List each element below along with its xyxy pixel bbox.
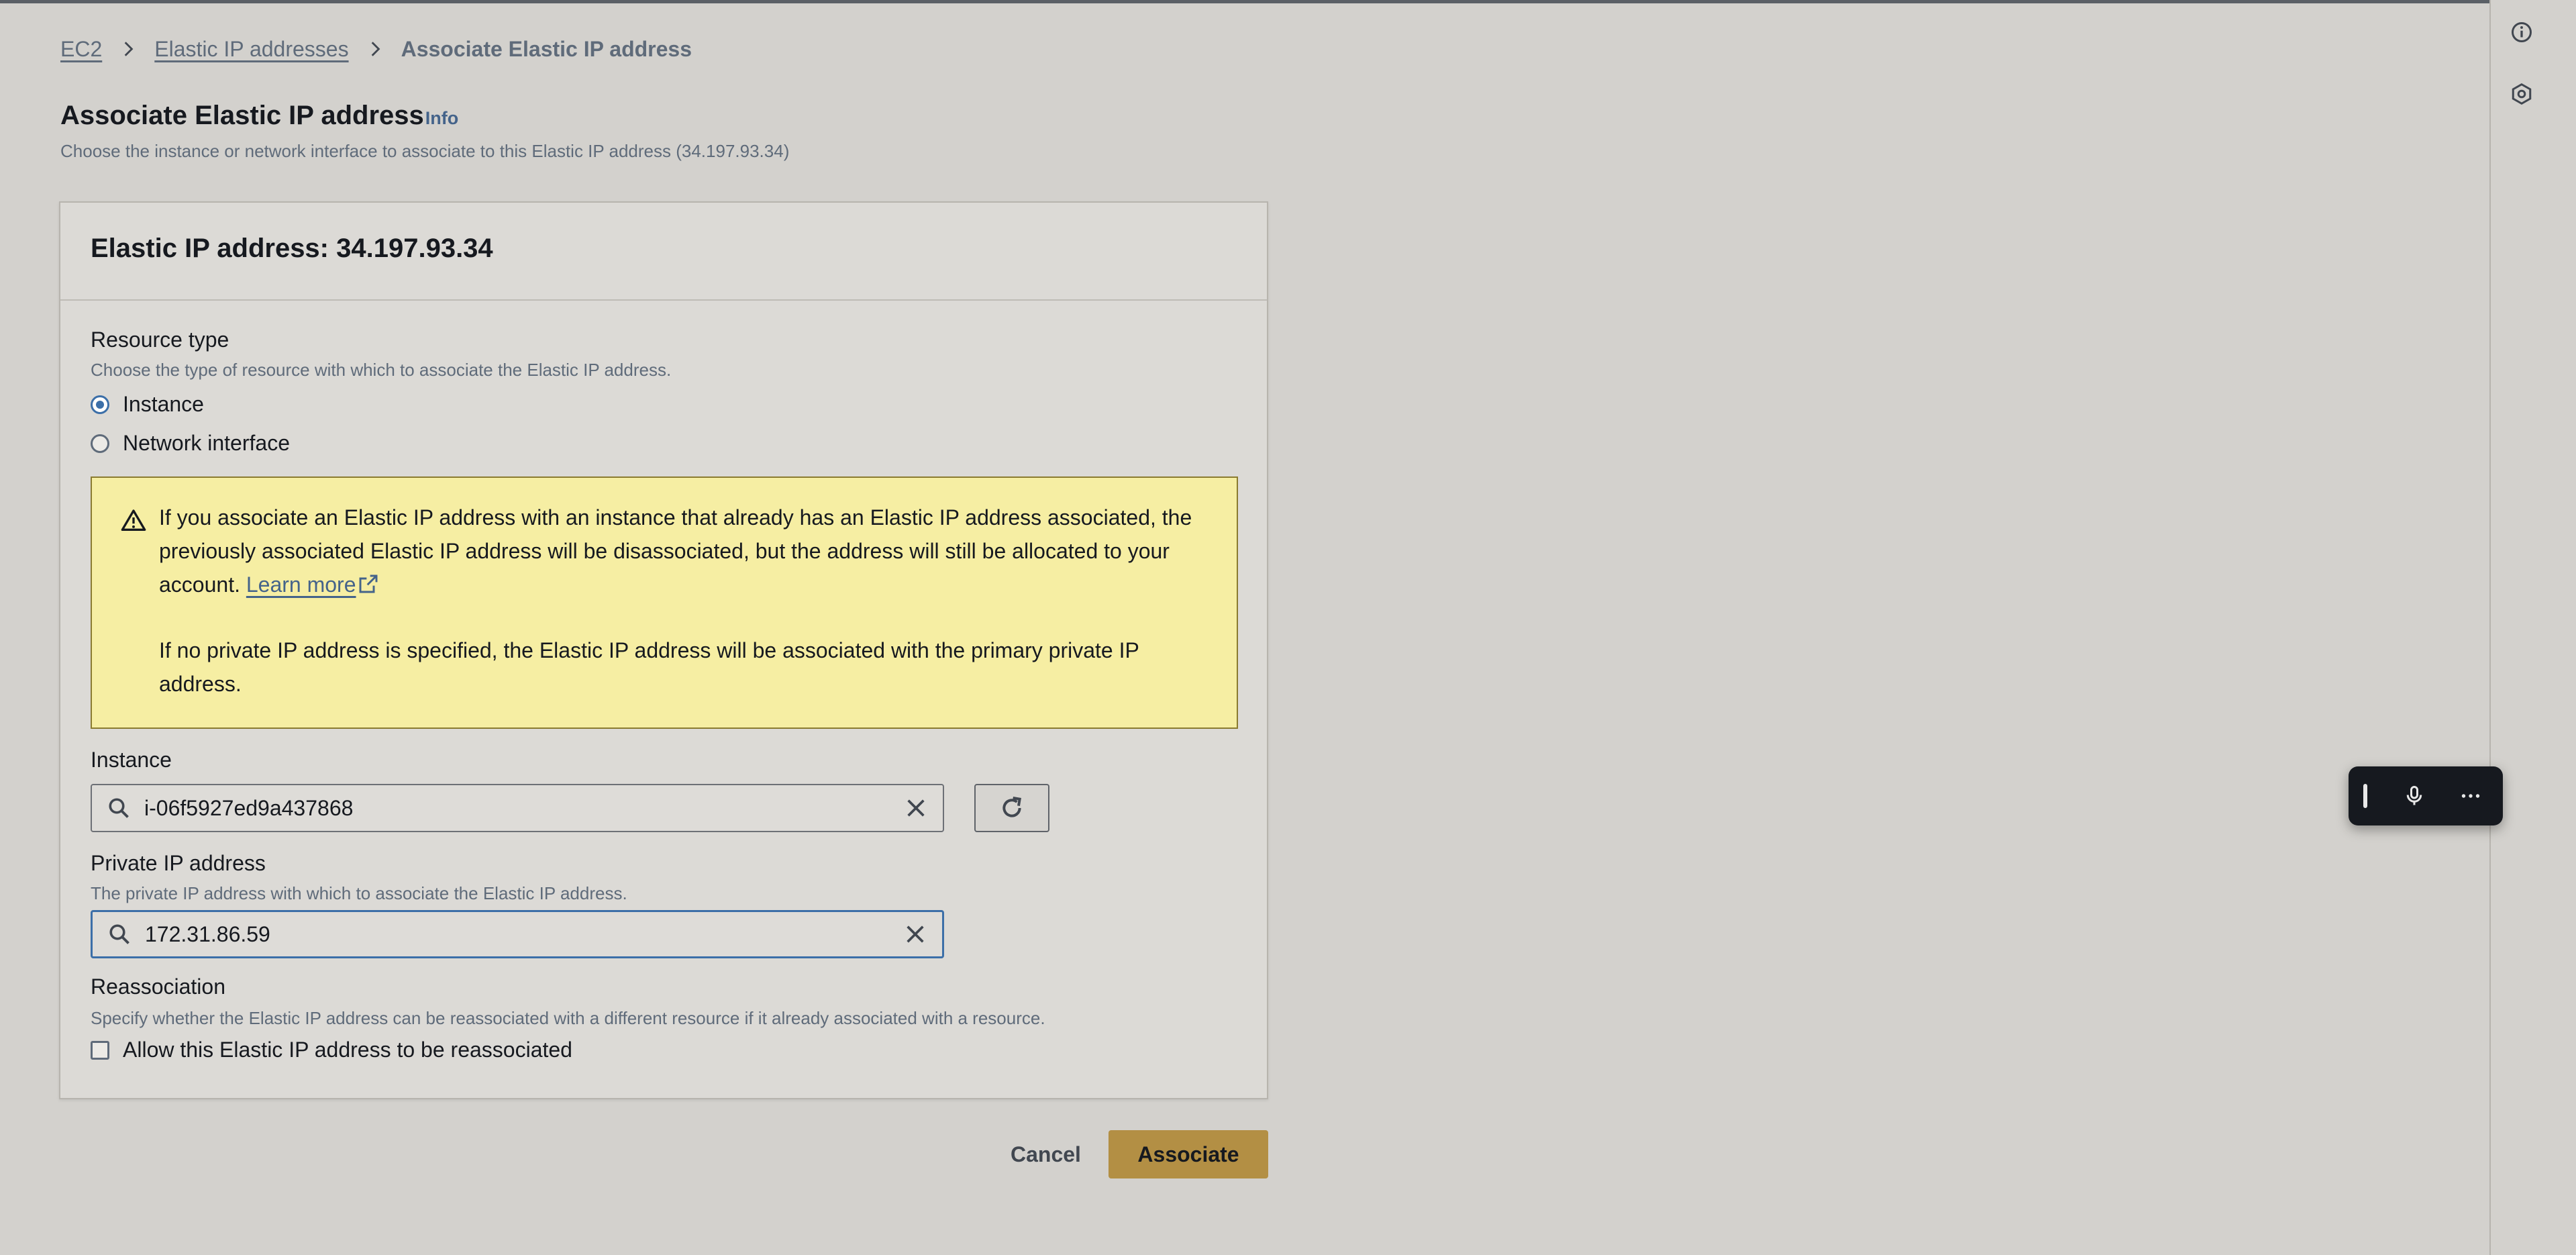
reassociation-hint: Specify whether the Elastic IP address c…	[91, 1008, 1045, 1028]
instance-search-field[interactable]	[91, 784, 944, 832]
instance-label: Instance	[91, 748, 172, 772]
cancel-button[interactable]: Cancel	[996, 1130, 1096, 1178]
page-title-text: Associate Elastic IP address	[60, 101, 424, 130]
radio-network-interface[interactable]: Network interface	[91, 431, 290, 456]
breadcrumb-current: Associate Elastic IP address	[401, 36, 692, 61]
associate-button[interactable]: Associate	[1109, 1130, 1268, 1178]
private-ip-label: Private IP address	[91, 851, 266, 875]
reassociation-checkbox-row[interactable]: Allow this Elastic IP address to be reas…	[91, 1038, 572, 1062]
voice-toolbar	[2349, 766, 2503, 825]
refresh-icon	[1002, 797, 1021, 817]
radio-instance-label: Instance	[123, 392, 204, 416]
reassociation-label: Reassociation	[91, 974, 225, 999]
associate-form-container: Elastic IP address: 34.197.93.34 Resourc…	[59, 201, 1268, 1099]
reassociation-checkbox[interactable]	[91, 1040, 109, 1060]
radio-network-interface-label: Network interface	[123, 431, 290, 455]
page-title: Associate Elastic IP address Info	[60, 101, 458, 131]
breadcrumb-ec2[interactable]: EC2	[60, 37, 102, 62]
info-link[interactable]: Info	[425, 108, 458, 129]
reassociation-checkbox-label: Allow this Elastic IP address to be reas…	[123, 1038, 572, 1062]
more-icon[interactable]	[2453, 779, 2488, 813]
private-ip-hint: The private IP address with which to ass…	[91, 883, 627, 903]
breadcrumb-elastic-ip-addresses[interactable]: Elastic IP addresses	[154, 37, 348, 62]
microphone-icon[interactable]	[2397, 779, 2432, 813]
clear-icon[interactable]	[902, 921, 929, 948]
top-border	[0, 0, 2576, 3]
instance-input[interactable]	[144, 795, 903, 821]
card-title: Elastic IP address: 34.197.93.34	[91, 234, 493, 263]
breadcrumb: EC2 Elastic IP addresses Associate Elast…	[60, 34, 692, 64]
warning-icon	[121, 509, 146, 531]
search-icon	[109, 924, 130, 944]
chevron-right-icon	[118, 39, 138, 59]
alert-text-2: If no private IP address is specified, t…	[159, 638, 1139, 696]
refresh-button[interactable]	[974, 784, 1049, 832]
radio-button-selected[interactable]	[91, 395, 109, 414]
info-icon[interactable]	[2508, 19, 2535, 46]
external-link-icon[interactable]	[358, 573, 379, 595]
clear-icon[interactable]	[903, 795, 929, 821]
settings-hex-icon[interactable]	[2508, 81, 2535, 107]
drag-handle-icon[interactable]	[2363, 784, 2367, 808]
resource-type-label: Resource type	[91, 328, 229, 352]
warning-alert: If you associate an Elastic IP address w…	[91, 476, 1238, 729]
learn-more-link[interactable]: Learn more	[246, 572, 356, 597]
search-icon	[109, 798, 129, 818]
right-tools-rail	[2489, 0, 2576, 1255]
chevron-right-icon	[365, 39, 385, 59]
resource-type-hint: Choose the type of resource with which t…	[91, 360, 672, 380]
private-ip-input[interactable]	[145, 921, 902, 947]
alert-text: If you associate an Elastic IP address w…	[159, 501, 1206, 701]
private-ip-search-field[interactable]	[91, 910, 944, 958]
radio-button-unselected[interactable]	[91, 434, 109, 453]
page-description: Choose the instance or network interface…	[60, 141, 790, 161]
card-header: Elastic IP address: 34.197.93.34	[60, 203, 1267, 301]
radio-instance[interactable]: Instance	[91, 392, 204, 417]
